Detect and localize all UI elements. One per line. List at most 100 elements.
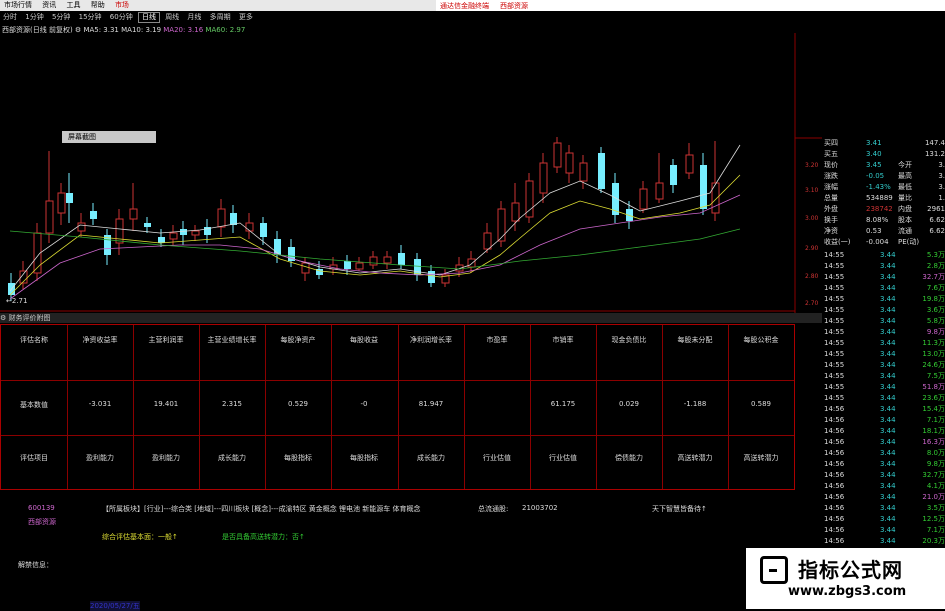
- quote-row: 收益(一) -0.004 PE(动): [822, 237, 945, 248]
- stock-name[interactable]: 西部资源: [28, 517, 56, 527]
- table-cell-headers: 市盈率: [486, 336, 508, 344]
- tick-volume: 7.6万: [926, 284, 945, 292]
- menu-help[interactable]: 帮助: [87, 0, 109, 11]
- quote-label: 买四: [824, 139, 838, 147]
- period-tab[interactable]: 周线: [162, 12, 182, 23]
- tick-row: 14:56 3.44 7.1万: [822, 415, 945, 426]
- candlestick-chart[interactable]: [0, 33, 822, 313]
- table-cell-values: 0.029: [618, 400, 640, 408]
- tick-time: 14:56: [824, 416, 845, 424]
- candle-up: [355, 262, 364, 270]
- tick-volume: 3.5万: [926, 504, 945, 512]
- candle-up: [217, 208, 226, 228]
- period-tab[interactable]: 1分钟: [22, 12, 46, 23]
- period-tab[interactable]: 60分钟: [107, 12, 136, 23]
- quote-label2: PE(动): [898, 238, 920, 246]
- table-cell-values: 0.529: [287, 400, 309, 408]
- title-text: 通达信金融终端 西部资源: [436, 0, 535, 11]
- tick-price: 3.44: [880, 262, 896, 270]
- quote-label: 涨跌: [824, 172, 838, 180]
- tick-time: 14:55: [824, 262, 845, 270]
- transfer-line: 是否具备高送转潜力：否↑: [222, 533, 305, 541]
- table-cell-items: 每股指标: [284, 454, 312, 462]
- tick-price: 3.44: [880, 339, 896, 347]
- candle-down: [144, 223, 151, 227]
- tick-price: 3.44: [880, 438, 896, 446]
- candle-down: [90, 211, 97, 219]
- table-cell-headers: 现金负债比: [611, 336, 647, 344]
- quote-row: 外盘 238742 内盘 2961: [822, 204, 945, 215]
- tick-row: 14:55 3.44 11.3万: [822, 338, 945, 349]
- quote-value2: 6.62: [929, 216, 945, 224]
- tick-price: 3.44: [880, 284, 896, 292]
- period-tab[interactable]: 15分钟: [76, 12, 105, 23]
- menu-active-tab[interactable]: 市场: [111, 0, 133, 11]
- tick-price: 3.44: [880, 361, 896, 369]
- table-cell-items: 盈利能力: [152, 454, 180, 462]
- menu-market[interactable]: 市场行情: [0, 0, 36, 11]
- date-label: 2020/05/27/五: [90, 601, 140, 611]
- candle-down: [66, 193, 73, 203]
- period-tab[interactable]: 月线: [184, 12, 204, 23]
- candle-down: [398, 253, 405, 265]
- tick-volume: 32.7万: [922, 471, 945, 479]
- tick-row: 14:56 3.44 12.5万: [822, 514, 945, 525]
- tick-volume: 2.8万: [926, 262, 945, 270]
- tick-time: 14:55: [824, 284, 845, 292]
- quote-label2: 流通: [898, 227, 912, 235]
- float-label: 总流通股:: [478, 505, 509, 513]
- title-area: [535, 0, 945, 11]
- stock-code[interactable]: 600139: [28, 504, 55, 512]
- tick-time: 14:56: [824, 427, 845, 435]
- tick-row: 14:55 3.44 32.7万: [822, 272, 945, 283]
- stock-info-panel: 600139 西部资源 【所属板块】[行业]---综合类 [地域]---四川板块…: [0, 490, 822, 611]
- period-tab[interactable]: 更多: [236, 12, 256, 23]
- finance-table: 评估名称 净资收益率 主营利润率 主营业绩增长率 每股净资产 每股收益 净利润增长率 市盈率 市…: [0, 324, 795, 490]
- period-tab[interactable]: 5分钟: [49, 12, 73, 23]
- candle-up: [77, 222, 86, 232]
- tick-volume: 7.1万: [926, 416, 945, 424]
- tick-volume: 8.0万: [926, 449, 945, 457]
- candle-down: [670, 165, 677, 185]
- tick-row: 14:55 3.44 19.8万: [822, 294, 945, 305]
- menu-news[interactable]: 资讯: [38, 0, 60, 11]
- logo-icon: [760, 556, 788, 584]
- tick-volume: 12.5万: [922, 515, 945, 523]
- candle-down: [230, 213, 237, 225]
- candle-up: [169, 232, 178, 240]
- period-tab[interactable]: 分时: [0, 12, 20, 23]
- menu-tools[interactable]: 工具: [62, 0, 84, 11]
- tick-time: 14:56: [824, 515, 845, 523]
- tick-row: 14:56 3.44 9.8万: [822, 459, 945, 470]
- candle-up: [383, 256, 392, 264]
- candle-up: [655, 182, 664, 200]
- period-tab-selected[interactable]: 日线: [137, 12, 160, 23]
- tick-price: 3.44: [880, 537, 896, 545]
- candle-up: [191, 230, 200, 236]
- table-cell-items: 成长能力: [417, 454, 445, 462]
- tick-row: 14:56 3.44 7.1万: [822, 525, 945, 536]
- finance-table-title: ⚙ 财务评价附图: [0, 313, 822, 323]
- candle-down: [344, 261, 351, 269]
- quote-value: 3.40: [866, 150, 882, 158]
- quote-label: 外盘: [824, 205, 838, 213]
- low-price-label: ←2.71: [6, 297, 28, 305]
- price-tick: 3.20: [805, 162, 819, 169]
- candle-up: [639, 188, 648, 210]
- tick-time: 14:56: [824, 438, 845, 446]
- tick-time: 14:56: [824, 537, 845, 545]
- period-tab[interactable]: 多周期: [207, 12, 234, 23]
- tick-volume: 5.8万: [926, 317, 945, 325]
- gear-icon[interactable]: ⚙: [0, 314, 6, 322]
- tick-price: 3.44: [880, 273, 896, 281]
- screenshot-popup[interactable]: 屏幕截图: [62, 131, 156, 143]
- tick-volume: 23.6万: [922, 394, 945, 402]
- analysis-label: 解禁信息：: [18, 561, 53, 569]
- watermark: 指标公式网 www.zbgs3.com: [746, 548, 945, 609]
- tick-volume: 18.1万: [922, 427, 945, 435]
- tick-price: 3.44: [880, 427, 896, 435]
- tick-row: 14:55 3.44 7.5万: [822, 371, 945, 382]
- tick-price: 3.44: [880, 526, 896, 534]
- tick-price: 3.44: [880, 416, 896, 424]
- candle-up: [553, 142, 562, 168]
